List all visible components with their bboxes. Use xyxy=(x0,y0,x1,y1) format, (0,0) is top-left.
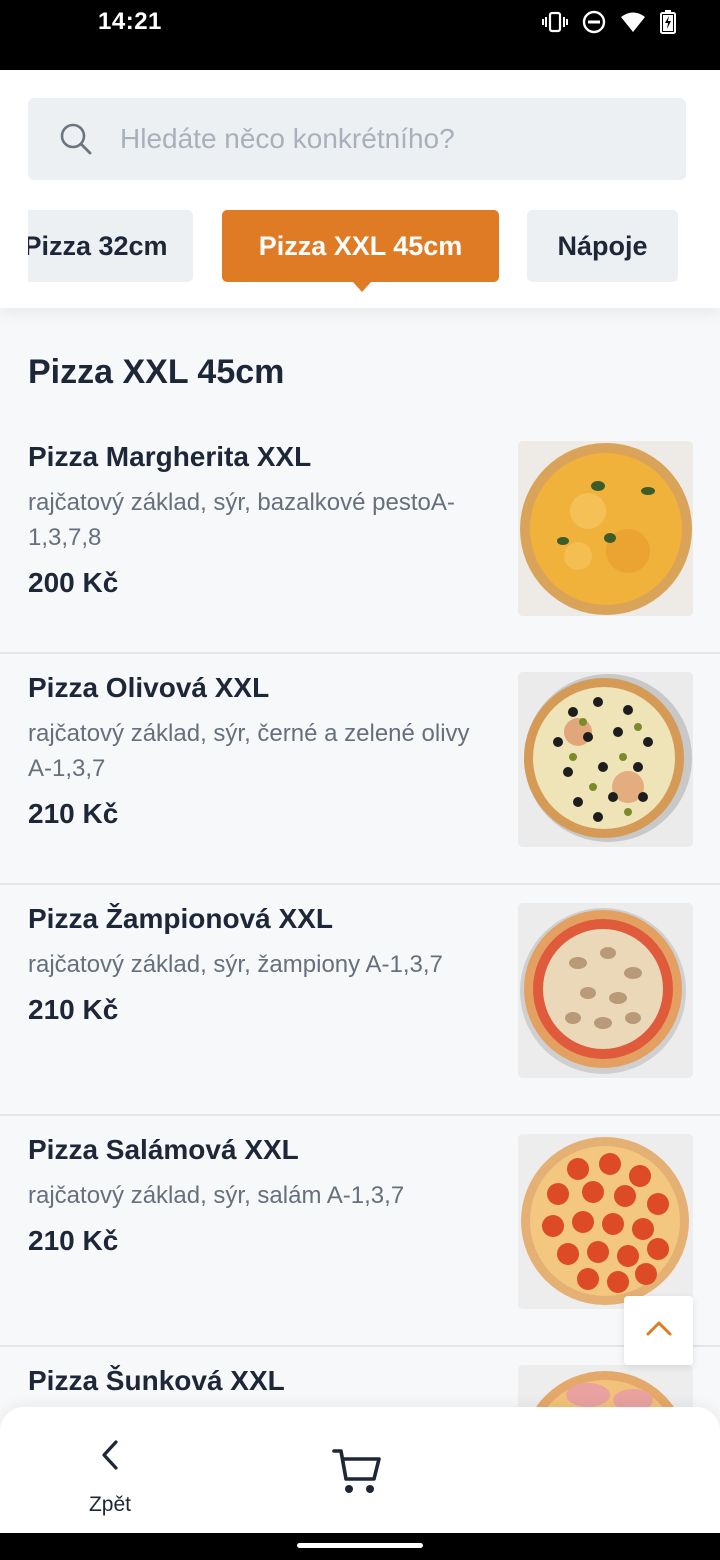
item-description: rajčatový základ, sýr, salám A-1,3,7 xyxy=(28,1182,405,1209)
chevron-up-icon xyxy=(645,1319,673,1342)
tab-pizza-32cm[interactable]: Pizza 32cm xyxy=(28,210,193,282)
item-image-ham[interactable] xyxy=(518,1365,693,1408)
menu-item[interactable]: Pizza Salámová XXL rajčatový základ, sýr… xyxy=(0,1116,720,1347)
do-not-disturb-icon xyxy=(582,10,606,34)
item-description: rajčatový základ, sýr, žampiony A-1,3,7 xyxy=(28,951,443,978)
menu-list: Pizza XXL 45cm Pizza Margherita XXL rajč… xyxy=(0,308,720,1408)
item-price: 200 Kč xyxy=(28,567,119,598)
chevron-left-icon xyxy=(99,1439,121,1476)
section-title: Pizza XXL 45cm xyxy=(28,353,285,391)
item-name: Pizza Salámová XXL xyxy=(28,1134,299,1165)
tab-napoje[interactable]: Nápoje xyxy=(527,210,678,282)
tab-pizza-xxl-45cm[interactable]: Pizza XXL 45cm xyxy=(222,210,499,282)
status-icons xyxy=(542,8,676,36)
item-name: Pizza Šunková XXL xyxy=(28,1365,285,1396)
cart-button[interactable] xyxy=(332,1445,392,1505)
item-name: Pizza Olivová XXL xyxy=(28,672,270,703)
category-tabs: Pizza 32cm Pizza XXL 45cm Nápoje xyxy=(28,210,720,300)
item-description: rajčatový základ, sýr, černé a zelené ol… xyxy=(28,720,470,782)
menu-item[interactable]: Pizza Margherita XXL rajčatový základ, s… xyxy=(0,423,720,654)
bottom-navigation: Zpět xyxy=(0,1407,720,1533)
item-image-olive[interactable] xyxy=(518,672,693,847)
wifi-icon xyxy=(620,11,646,33)
gesture-bar xyxy=(0,1533,720,1560)
cart-icon xyxy=(332,1449,382,1499)
search-input[interactable] xyxy=(120,98,660,180)
item-image-mushroom[interactable] xyxy=(518,903,693,1078)
search-bar[interactable] xyxy=(28,98,686,180)
vibrate-icon xyxy=(542,11,568,33)
scroll-to-top-button[interactable] xyxy=(624,1296,693,1365)
item-name: Pizza Žampionová XXL xyxy=(28,903,333,934)
item-price: 210 Kč xyxy=(28,798,119,829)
item-image-salami[interactable] xyxy=(518,1134,693,1309)
search-icon xyxy=(59,122,93,161)
menu-item[interactable]: Pizza Šunková XXL xyxy=(0,1347,720,1408)
status-time: 14:21 xyxy=(98,8,162,35)
item-image-margherita[interactable] xyxy=(518,441,693,616)
item-price: 210 Kč xyxy=(28,1225,119,1256)
item-price: 210 Kč xyxy=(28,994,119,1025)
battery-icon xyxy=(660,10,676,34)
active-tab-indicator xyxy=(353,282,371,292)
back-button[interactable]: Zpět xyxy=(70,1435,150,1516)
header: Pizza 32cm Pizza XXL 45cm Nápoje xyxy=(0,70,720,308)
item-name: Pizza Margherita XXL xyxy=(28,441,312,472)
status-bar: 14:21 xyxy=(0,0,720,70)
item-description: rajčatový základ, sýr, bazalkové pestoA-… xyxy=(28,489,455,551)
menu-item[interactable]: Pizza Olivová XXL rajčatový základ, sýr,… xyxy=(0,654,720,885)
menu-item[interactable]: Pizza Žampionová XXL rajčatový základ, s… xyxy=(0,885,720,1116)
back-label: Zpět xyxy=(88,1493,132,1516)
home-gesture-handle[interactable] xyxy=(297,1543,423,1548)
